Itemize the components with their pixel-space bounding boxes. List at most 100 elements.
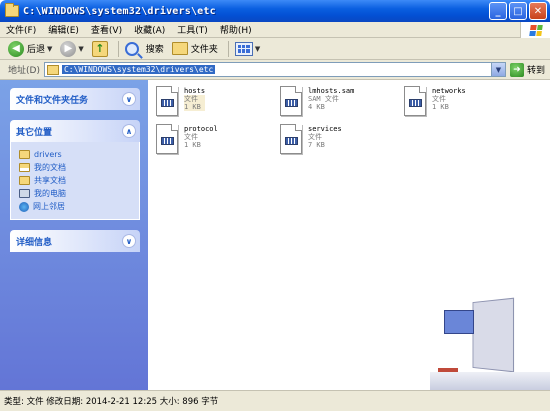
- file-type: SAM 文件: [308, 95, 339, 103]
- toolbar-separator: [227, 40, 229, 57]
- close-button[interactable]: ✕: [529, 2, 547, 20]
- menu-view[interactable]: 查看(V): [91, 23, 122, 36]
- other-places-panel: 其它位置 ∧ drivers 我的文档 共享文档 我的电脑 网上邻居: [10, 120, 140, 220]
- file-icon: [404, 86, 426, 116]
- window-controls: _ □ ✕: [489, 2, 547, 20]
- address-dropdown-icon[interactable]: ▼: [490, 63, 505, 76]
- folder-icon: [19, 150, 30, 159]
- views-button[interactable]: ▼: [234, 41, 260, 56]
- folders-icon: [171, 42, 188, 55]
- views-icon: [234, 41, 253, 56]
- my-computer-icon: [19, 189, 30, 198]
- file-type: 文件: [308, 133, 322, 141]
- maximize-button[interactable]: □: [509, 2, 527, 20]
- file-size: 1 KB: [184, 141, 201, 149]
- file-item-hosts[interactable]: hosts 文件 1 KB: [156, 86, 206, 116]
- address-label: 地址(D): [8, 66, 40, 76]
- back-dropdown-icon[interactable]: ▼: [47, 45, 52, 53]
- details-header[interactable]: 详细信息 ∨: [10, 230, 140, 252]
- go-label: 转到: [526, 66, 545, 76]
- folders-label: 文件夹: [190, 45, 218, 55]
- file-name: protocol: [184, 125, 218, 133]
- other-places-header[interactable]: 其它位置 ∧: [10, 120, 140, 142]
- back-label: 后退: [27, 45, 46, 55]
- file-size: 1 KB: [184, 103, 206, 111]
- place-label: 网上邻居: [33, 202, 65, 211]
- file-item-networks[interactable]: networks 文件 1 KB: [404, 86, 466, 116]
- back-button[interactable]: ◀ 后退 ▼: [8, 40, 52, 57]
- details-panel: 详细信息 ∨: [10, 230, 140, 252]
- details-title: 详细信息: [16, 237, 53, 248]
- file-tasks-header[interactable]: 文件和文件夹任务 ∨: [10, 88, 140, 110]
- menu-help[interactable]: 帮助(H): [220, 23, 252, 36]
- background-illustration: [430, 280, 550, 390]
- title-bar[interactable]: C:\WINDOWS\system32\drivers\etc _ □ ✕: [0, 0, 550, 22]
- windows-logo-icon: [520, 22, 550, 38]
- file-size: 7 KB: [308, 141, 325, 149]
- other-places-list: drivers 我的文档 共享文档 我的电脑 网上邻居: [10, 142, 140, 220]
- file-type: 文件: [432, 95, 446, 103]
- file-icon: [280, 124, 302, 154]
- place-label: drivers: [34, 150, 62, 159]
- chevron-up-icon[interactable]: ∧: [122, 124, 136, 138]
- folder-icon: [5, 3, 19, 17]
- search-icon: [124, 41, 139, 56]
- place-network[interactable]: 网上邻居: [19, 200, 133, 213]
- file-type: 文件: [184, 133, 198, 141]
- file-item-services[interactable]: services 文件 7 KB: [280, 124, 342, 154]
- file-name: hosts: [184, 87, 206, 95]
- file-tasks-panel: 文件和文件夹任务 ∨: [10, 88, 140, 110]
- go-arrow-icon: ➜: [509, 62, 524, 77]
- file-item-lmhosts[interactable]: lmhosts.sam SAM 文件 4 KB: [280, 86, 354, 116]
- place-shared-documents[interactable]: 共享文档: [19, 174, 133, 187]
- forward-dropdown-icon[interactable]: ▼: [78, 45, 83, 53]
- window-title: C:\WINDOWS\system32\drivers\etc: [23, 5, 216, 17]
- toolbar-separator: [117, 40, 119, 57]
- file-size: 4 KB: [308, 103, 325, 111]
- folders-button[interactable]: 文件夹: [171, 42, 218, 55]
- chevron-down-icon[interactable]: ∨: [122, 234, 136, 248]
- status-bar: 类型: 文件 修改日期: 2014-2-21 12:25 大小: 896 字节: [0, 390, 550, 411]
- file-icon: [156, 86, 178, 116]
- status-text: 类型: 文件 修改日期: 2014-2-21 12:25 大小: 896 字节: [4, 397, 219, 407]
- place-my-documents[interactable]: 我的文档: [19, 161, 133, 174]
- place-label: 我的电脑: [34, 189, 66, 198]
- file-type: 文件: [184, 95, 206, 103]
- menu-favorites[interactable]: 收藏(A): [134, 23, 165, 36]
- menu-file[interactable]: 文件(F): [6, 23, 36, 36]
- network-icon: [19, 201, 29, 212]
- place-my-computer[interactable]: 我的电脑: [19, 187, 133, 200]
- file-name: lmhosts.sam: [308, 87, 355, 95]
- menu-tools[interactable]: 工具(T): [177, 23, 208, 36]
- my-documents-icon: [19, 163, 30, 172]
- file-size: 1 KB: [432, 103, 449, 111]
- shared-documents-icon: [19, 176, 30, 185]
- file-tasks-title: 文件和文件夹任务: [16, 95, 89, 106]
- other-places-title: 其它位置: [16, 127, 53, 138]
- forward-button[interactable]: ▶ ▼: [60, 40, 84, 57]
- toolbar: ◀ 后退 ▼ ▶ ▼ ↑ 搜索 文件夹 ▼: [0, 38, 550, 60]
- chevron-down-icon[interactable]: ∨: [122, 92, 136, 106]
- menu-edit[interactable]: 编辑(E): [48, 23, 79, 36]
- minimize-button[interactable]: _: [489, 2, 507, 20]
- go-button[interactable]: ➜ 转到: [509, 62, 545, 77]
- file-item-protocol[interactable]: protocol 文件 1 KB: [156, 124, 218, 154]
- file-list-view[interactable]: hosts 文件 1 KB lmhosts.sam SAM 文件 4 KB ne…: [148, 80, 550, 390]
- folder-icon: [46, 64, 59, 75]
- file-name: networks: [432, 87, 466, 95]
- place-label: 我的文档: [34, 163, 66, 172]
- search-label: 搜索: [145, 45, 164, 55]
- file-icon: [280, 86, 302, 116]
- address-input[interactable]: C:\WINDOWS\system32\drivers\etc ▼: [43, 62, 506, 77]
- address-path[interactable]: C:\WINDOWS\system32\drivers\etc: [61, 65, 216, 74]
- views-dropdown-icon[interactable]: ▼: [255, 45, 260, 53]
- file-name: services: [308, 125, 342, 133]
- address-bar: 地址(D) C:\WINDOWS\system32\drivers\etc ▼ …: [0, 60, 550, 80]
- search-button[interactable]: 搜索: [124, 41, 164, 56]
- menu-bar: 文件(F) 编辑(E) 查看(V) 收藏(A) 工具(T) 帮助(H): [0, 22, 550, 38]
- file-icon: [156, 124, 178, 154]
- back-arrow-icon: ◀: [8, 40, 24, 57]
- task-pane: 文件和文件夹任务 ∨ 其它位置 ∧ drivers 我的文档 共享文档 我的电脑…: [0, 80, 148, 390]
- up-button[interactable]: ↑: [91, 40, 108, 57]
- place-drivers[interactable]: drivers: [19, 148, 133, 161]
